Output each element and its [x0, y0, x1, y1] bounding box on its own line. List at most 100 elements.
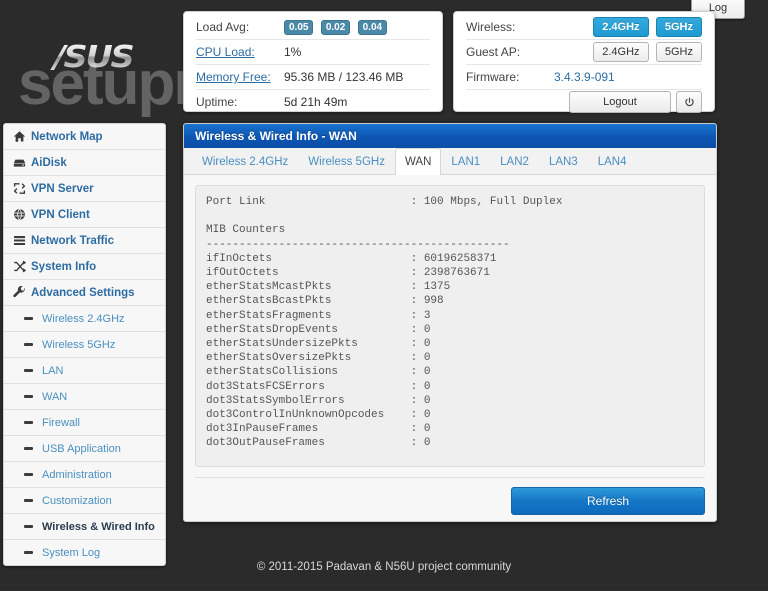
- hard-drive-icon: [13, 156, 31, 169]
- sidebar-item-label: Administration: [42, 468, 112, 481]
- main-panel: Wireless & Wired Info - WAN Wireless 2.4…: [183, 123, 717, 522]
- load-badge-3: 0.04: [357, 20, 388, 35]
- sidebar-item-label: Customization: [42, 494, 112, 507]
- sidebar-item-network-map[interactable]: Network Map: [4, 124, 165, 150]
- firmware-row: Firmware: 3.4.3.9-091: [466, 65, 702, 90]
- wireless-5ghz-toggle[interactable]: 5GHz: [655, 17, 702, 37]
- sidebar-item-label: Wireless & Wired Info: [42, 520, 155, 533]
- wrench-icon: [13, 286, 31, 299]
- dash-icon: [24, 395, 42, 398]
- tab-wan[interactable]: WAN: [394, 148, 442, 175]
- home-icon: [13, 130, 31, 143]
- sidebar-nav: Network Map AiDisk VPN Server VPN Client Net…: [3, 123, 166, 566]
- guest-ap-toggles: 2.4GHz 5GHz: [589, 42, 702, 62]
- page-title: Wireless & Wired Info - WAN: [184, 124, 716, 148]
- copyright-text: © 2011-2015 Padavan & N56U project commu…: [256, 561, 512, 573]
- sidebar-item-lan[interactable]: LAN: [4, 358, 165, 384]
- sidebar-item-label: USB Application: [42, 442, 121, 455]
- uptime-label: Uptime:: [196, 95, 238, 109]
- wireless-label: Wireless:: [466, 20, 516, 34]
- dash-icon: [24, 447, 42, 450]
- exchange-icon: [13, 182, 31, 195]
- tab-wireless-2-4ghz[interactable]: Wireless 2.4GHz: [192, 148, 298, 174]
- session-actions-row: Logout: [466, 90, 702, 114]
- sidebar-item-label: System Info: [31, 260, 97, 273]
- sidebar-item-vpn-client[interactable]: VPN Client: [4, 202, 165, 228]
- globe-icon: [13, 208, 31, 221]
- status-summary-panel: Load Avg: 0.05 0.02 0.04 CPU Load: 1% Me…: [183, 11, 443, 112]
- sidebar-item-wan[interactable]: WAN: [4, 384, 165, 410]
- cpu-load-label[interactable]: CPU Load:: [196, 45, 284, 59]
- asus-logo-text: /SUS: [53, 39, 133, 75]
- dash-icon: [24, 525, 42, 528]
- tab-bar: Wireless 2.4GHz Wireless 5GHz WAN LAN1 LAN2 L…: [184, 148, 716, 175]
- sidebar-item-vpn-server[interactable]: VPN Server: [4, 176, 165, 202]
- sidebar-item-wireless-2-4ghz[interactable]: Wireless 2.4GHz: [4, 306, 165, 332]
- firmware-value[interactable]: 3.4.3.9-091: [554, 70, 615, 84]
- load-badge-2: 0.02: [320, 20, 351, 35]
- dash-icon: [24, 499, 42, 502]
- guest-ap-row: Guest AP: 2.4GHz 5GHz: [466, 40, 702, 65]
- tab-lan4[interactable]: LAN4: [588, 148, 637, 174]
- sidebar-item-label: Firewall: [42, 416, 80, 429]
- sidebar-item-usb-application[interactable]: USB Application: [4, 436, 165, 462]
- sidebar-item-label: WAN: [42, 390, 68, 403]
- uptime-value: 5d 21h 49m: [284, 95, 348, 109]
- uptime-row: Uptime: 5d 21h 49m: [196, 90, 430, 114]
- firmware-label: Firmware:: [466, 70, 520, 84]
- sidebar-item-administration[interactable]: Administration: [4, 462, 165, 488]
- wireless-row: Wireless: 2.4GHz 5GHz: [466, 15, 702, 40]
- sidebar-item-label: Wireless 2.4GHz: [42, 312, 125, 325]
- sidebar-item-label: Network Map: [31, 130, 103, 143]
- guest-5ghz-toggle[interactable]: 5GHz: [655, 42, 702, 62]
- load-average-label: Load Avg:: [196, 20, 250, 34]
- load-badge-1: 0.05: [284, 20, 314, 35]
- cpu-load-row: CPU Load: 1%: [196, 40, 430, 65]
- port-info-output: Port Link : 100 Mbps, Full Duplex MIB Co…: [195, 185, 705, 467]
- asus-logo: /SUS: [26, 42, 160, 72]
- panel-body: Port Link : 100 Mbps, Full Duplex MIB Co…: [184, 175, 716, 478]
- footer: © 2011-2015 Padavan & N56U project commu…: [0, 543, 768, 591]
- wireless-toggles: 2.4GHz 5GHz: [589, 17, 702, 37]
- sidebar-item-network-traffic[interactable]: Network Traffic: [4, 228, 165, 254]
- server-list-icon: [13, 234, 31, 247]
- guest-24ghz-toggle[interactable]: 2.4GHz: [593, 42, 649, 62]
- sidebar-item-advanced-settings[interactable]: Advanced Settings: [4, 280, 165, 306]
- sidebar-item-label: VPN Server: [31, 182, 94, 195]
- sidebar-item-aidisk[interactable]: AiDisk: [4, 150, 165, 176]
- tab-lan2[interactable]: LAN2: [490, 148, 539, 174]
- dash-icon: [24, 369, 42, 372]
- sidebar-item-label: Network Traffic: [31, 234, 115, 247]
- shuffle-icon: [13, 260, 31, 273]
- load-average-values: 0.05 0.02 0.04: [284, 19, 391, 35]
- sidebar-item-label: LAN: [42, 364, 64, 377]
- tab-wireless-5ghz[interactable]: Wireless 5GHz: [298, 148, 395, 174]
- wireless-summary-panel: Wireless: 2.4GHz 5GHz Guest AP: 2.4GHz 5…: [453, 11, 715, 114]
- wireless-24ghz-toggle[interactable]: 2.4GHz: [593, 17, 649, 37]
- sidebar-item-system-info[interactable]: System Info: [4, 254, 165, 280]
- memory-free-label[interactable]: Memory Free:: [196, 70, 284, 84]
- cpu-load-value: 1%: [284, 45, 302, 59]
- memory-free-row: Memory Free: 95.36 MB / 123.46 MB: [196, 65, 430, 90]
- load-average-row: Load Avg: 0.05 0.02 0.04: [196, 15, 430, 40]
- power-icon[interactable]: [676, 91, 702, 113]
- port-info-text: Port Link : 100 Mbps, Full Duplex MIB Co…: [206, 196, 563, 450]
- logout-button[interactable]: Logout: [569, 91, 671, 113]
- sidebar-item-label: VPN Client: [31, 208, 90, 221]
- sidebar-item-label: Advanced Settings: [31, 286, 135, 299]
- refresh-button[interactable]: Refresh: [511, 487, 705, 515]
- sidebar-item-customization[interactable]: Customization: [4, 488, 165, 514]
- sidebar-item-label: Wireless 5GHz: [42, 338, 116, 351]
- action-row: Refresh: [184, 478, 716, 515]
- sidebar-item-firewall[interactable]: Firewall: [4, 410, 165, 436]
- sidebar-item-wireless-5ghz[interactable]: Wireless 5GHz: [4, 332, 165, 358]
- dash-icon: [24, 317, 42, 320]
- sidebar-item-wireless-wired-info[interactable]: Wireless & Wired Info: [4, 514, 165, 540]
- dash-icon: [24, 421, 42, 424]
- tab-lan3[interactable]: LAN3: [539, 148, 588, 174]
- sidebar-item-label: AiDisk: [31, 156, 67, 169]
- dash-icon: [24, 473, 42, 476]
- tab-lan1[interactable]: LAN1: [441, 148, 490, 174]
- dash-icon: [24, 343, 42, 346]
- memory-free-value: 95.36 MB / 123.46 MB: [284, 70, 404, 84]
